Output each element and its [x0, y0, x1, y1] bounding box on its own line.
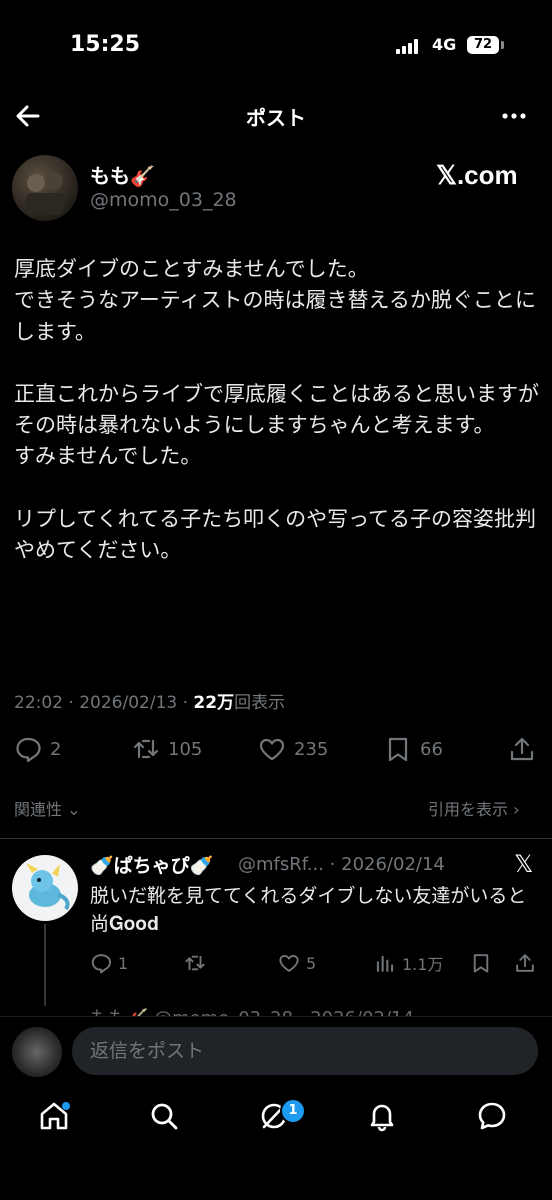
- search-icon: [151, 1103, 178, 1130]
- author-name[interactable]: もも🎸: [90, 160, 155, 189]
- like-icon: [279, 954, 299, 972]
- thread-line: [44, 924, 46, 1006]
- my-avatar[interactable]: [12, 1027, 62, 1077]
- author-handle[interactable]: @momo_03_28: [90, 189, 237, 211]
- share-button[interactable]: [508, 734, 536, 764]
- nav-home[interactable]: [38, 1100, 78, 1140]
- nav-messages[interactable]: [476, 1100, 516, 1140]
- page-title: ポスト: [246, 106, 306, 130]
- nav-notifications[interactable]: [366, 1100, 406, 1140]
- repost-icon: [185, 955, 205, 971]
- nav-search[interactable]: [148, 1100, 188, 1140]
- view-quotes-label: 引用を表示: [428, 800, 509, 819]
- author-avatar[interactable]: [12, 155, 78, 221]
- chevron-right-icon: ›: [513, 800, 520, 819]
- like-button[interactable]: 235: [258, 734, 328, 764]
- next-reply-peek: もも🎸 @momo_03_28 · 2026/02/14: [90, 1004, 414, 1016]
- bookmark-icon: [473, 954, 489, 973]
- reply-button[interactable]: 2: [14, 734, 61, 764]
- reply-bookmark-button[interactable]: [470, 950, 492, 976]
- x-logo-icon: 𝕏: [514, 850, 534, 878]
- signal-icon: [396, 38, 422, 54]
- views-count: 22万: [193, 693, 235, 713]
- share-icon: [510, 737, 534, 761]
- reply-count: 2: [50, 738, 62, 760]
- post-paragraph: リプしてくれてる子たち叩くのや写ってる子の容姿批判やめてください。: [14, 506, 537, 563]
- reply-author-avatar[interactable]: [12, 855, 78, 921]
- reply-author-handle[interactable]: @mfsRf... · 2026/02/14: [238, 854, 445, 875]
- reply-like-button[interactable]: 5: [278, 950, 316, 976]
- more-options-icon[interactable]: [498, 100, 530, 132]
- network-label: 4G: [432, 35, 457, 54]
- repost-count: 105: [168, 738, 203, 760]
- bookmark-count: 66: [420, 738, 443, 760]
- post-paragraph: 正直これからライブで厚底履くことはあると思いますがその時は暴れないようにしますち…: [14, 381, 539, 469]
- repost-icon: [133, 739, 159, 759]
- bookmark-button[interactable]: 66: [384, 734, 443, 764]
- like-icon: [259, 738, 285, 761]
- reply-handle-text: @mfsRf...: [238, 854, 324, 875]
- like-count: 235: [294, 738, 329, 760]
- x-logo: 𝕏.com: [436, 160, 518, 190]
- status-time: 15:25: [70, 32, 141, 57]
- repost-button[interactable]: 105: [132, 734, 202, 764]
- reply-share-button[interactable]: [514, 950, 536, 976]
- reply-input[interactable]: 返信をポスト: [72, 1027, 538, 1075]
- post-meta: 22:02 · 2026/02/13 · 22万回表示: [14, 693, 286, 713]
- post-time: 22:02: [14, 693, 63, 713]
- chevron-down-icon: ⌄: [67, 800, 81, 819]
- home-unread-dot: [62, 1102, 70, 1110]
- post-date: 2026/02/13: [79, 693, 178, 713]
- reply-author-name[interactable]: 🍼ぱちゃぴ🍼: [90, 851, 213, 878]
- reply-reply-count: 1: [118, 953, 129, 973]
- bell-icon: [370, 1104, 394, 1132]
- battery-tip: [501, 41, 504, 49]
- views-chart-icon: [376, 955, 394, 972]
- divider: [0, 838, 552, 839]
- reply-repost-button[interactable]: [184, 950, 212, 976]
- bookmark-icon: [388, 737, 408, 762]
- views-label: 回表示: [234, 693, 286, 713]
- reply-icon: [16, 737, 41, 763]
- post-paragraph: 厚底ダイブのことすみませんでした。 できそうなアーティストの時は履き替えるか脱ぐ…: [14, 257, 536, 344]
- reply-date: 2026/02/14: [341, 854, 445, 875]
- share-icon: [516, 954, 534, 972]
- reply-like-count: 5: [306, 953, 317, 973]
- battery-icon: 72: [467, 36, 499, 54]
- view-quotes-link[interactable]: 引用を表示 ›: [428, 796, 520, 820]
- reply-text: 脱いだ靴を見ててくれるダイブしない友達がいると尚𝐆𝐨𝐨𝐝: [90, 885, 527, 935]
- reply-views-count: 1.1万: [402, 955, 444, 974]
- relevance-filter[interactable]: 関連性 ⌄: [14, 796, 81, 820]
- reply-reply-button[interactable]: 1: [90, 950, 128, 976]
- relevance-label: 関連性: [14, 800, 63, 819]
- message-icon: [478, 1102, 506, 1130]
- notification-badge: 1: [280, 1098, 306, 1124]
- post-body: 厚底ダイブのことすみませんでした。 できそうなアーティストの時は履き替えるか脱ぐ…: [14, 254, 539, 566]
- reply-icon: [91, 954, 111, 974]
- reply-views-button[interactable]: 1.1万: [374, 950, 443, 976]
